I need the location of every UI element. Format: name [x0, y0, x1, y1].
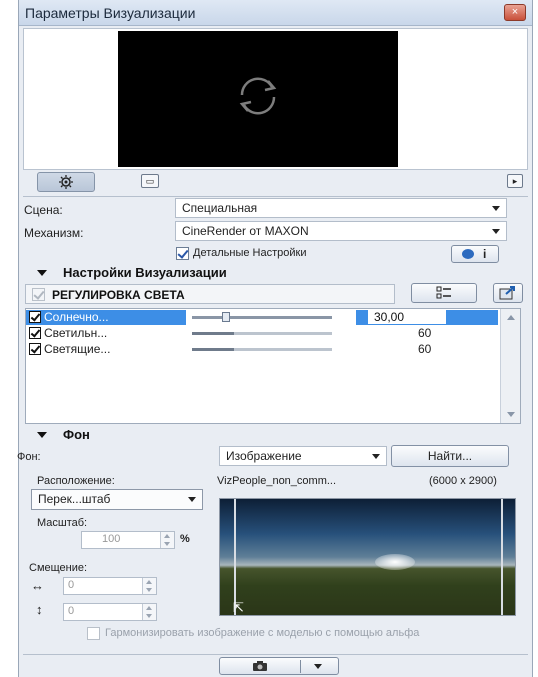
detailed-settings-label: Детальные Настройки [193, 247, 307, 259]
settings-tab-button[interactable] [37, 172, 95, 192]
file-size: (6000 x 2900) [429, 475, 497, 487]
row-value[interactable]: 30,00 [368, 310, 448, 324]
refresh-icon [239, 77, 277, 115]
file-name: VizPeople_non_comm... [217, 475, 337, 487]
crop-guide-right[interactable] [501, 499, 503, 615]
info-button[interactable]: i [451, 245, 499, 263]
row-slider-fill [192, 348, 234, 351]
background-image-preview[interactable]: ⇱ [219, 498, 516, 616]
window-title: Параметры Визуализации [25, 5, 196, 21]
slider-handle[interactable] [222, 312, 230, 322]
row-checkbox[interactable] [29, 311, 41, 323]
divider [23, 654, 528, 655]
collapse-triangle-icon[interactable] [37, 270, 47, 276]
harmonize-checkbox[interactable] [87, 627, 100, 640]
light-adjust-checkbox[interactable] [32, 288, 45, 301]
engine-value: CineRender от MAXON [182, 224, 309, 238]
row-name: Светящие... [44, 342, 111, 356]
background-header: Фон [63, 427, 90, 442]
close-button[interactable]: × [504, 4, 526, 21]
chevron-down-icon [188, 497, 196, 502]
row-slider[interactable] [192, 316, 332, 319]
light-adjust-label: РЕГУЛИРОВКА СВЕТА [52, 288, 185, 302]
list-view-button[interactable] [411, 283, 477, 303]
render-settings-header: Настройки Визуализации [63, 265, 227, 280]
find-button[interactable]: Найти... [391, 445, 509, 467]
list-scrollbar[interactable] [500, 309, 520, 423]
scale-label: Масштаб: [37, 517, 88, 529]
selection-tail [446, 310, 498, 325]
list-item[interactable]: Светящие... 60 [26, 342, 496, 357]
scene-value: Специальная [182, 201, 258, 215]
preview-frame [23, 28, 528, 170]
size-icon[interactable]: ▭ [141, 174, 159, 188]
scale-input[interactable]: 100 [81, 531, 175, 549]
info-icon [462, 249, 474, 259]
render-settings-window: Параметры Визуализации × ▭ ▸ Сцена: Спец… [17, 0, 533, 677]
sun-glow [375, 554, 415, 570]
move-cursor-icon: ⇱ [233, 600, 244, 615]
export-icon [499, 286, 515, 300]
vertical-offset-icon: ↕ [36, 602, 43, 617]
row-checkbox[interactable] [29, 327, 41, 339]
collapse-triangle-icon[interactable] [37, 432, 47, 438]
split-divider [300, 660, 301, 673]
detailed-settings-checkbox[interactable] [176, 247, 189, 260]
info-glyph: i [483, 247, 487, 261]
scene-select[interactable]: Специальная [175, 198, 507, 218]
divider [23, 196, 528, 197]
title-bar: Параметры Визуализации × [19, 0, 532, 26]
list-icon [436, 286, 451, 299]
list-item[interactable]: Солнечно... 30,00 [26, 310, 496, 325]
offset-label: Смещение: [29, 562, 88, 574]
light-adjust-bar: РЕГУЛИРОВКА СВЕТА [25, 284, 395, 304]
scroll-up-icon[interactable] [507, 315, 515, 320]
row-name: Солнечно... [44, 310, 109, 324]
scroll-down-icon[interactable] [507, 412, 515, 417]
harmonize-label: Гармонизировать изображение с моделью с … [105, 627, 420, 639]
render-preview[interactable] [118, 31, 398, 167]
lights-list[interactable]: Солнечно... 30,00 Светильн... 60 Светящи… [25, 308, 521, 424]
background-type-select[interactable]: Изображение [219, 446, 387, 466]
camera-icon [253, 661, 267, 671]
row-value: 60 [418, 326, 432, 340]
render-button[interactable] [219, 657, 339, 675]
chevron-down-icon [492, 229, 500, 234]
preview-toolbar: ▭ ▸ [23, 170, 528, 194]
scale-value: 100 [102, 533, 121, 545]
horizontal-offset-stepper[interactable] [142, 578, 156, 594]
horizontal-offset-input[interactable]: 0 [63, 577, 157, 595]
placement-select[interactable]: Перек...штаб [31, 489, 203, 510]
vertical-offset-stepper[interactable] [142, 604, 156, 620]
placement-value: Перек...штаб [38, 492, 111, 506]
row-checkbox[interactable] [29, 343, 41, 355]
horizontal-offset-value: 0 [68, 579, 75, 591]
crop-guide-left[interactable] [234, 499, 236, 615]
gear-icon [59, 175, 73, 189]
background-type-value: Изображение [226, 449, 302, 463]
chevron-down-icon[interactable] [314, 664, 322, 669]
chevron-down-icon [372, 454, 380, 459]
vertical-offset-value: 0 [68, 605, 75, 617]
play-icon[interactable]: ▸ [507, 174, 523, 188]
scene-label: Сцена: [24, 203, 63, 217]
background-label: Фон: [17, 451, 41, 463]
horizontal-offset-icon: ↔ [31, 578, 44, 593]
placement-label: Расположение: [37, 475, 115, 487]
export-button[interactable] [493, 283, 523, 303]
scale-unit: % [180, 533, 190, 545]
row-value: 60 [418, 342, 432, 356]
scale-stepper[interactable] [160, 532, 174, 548]
vertical-offset-input[interactable]: 0 [63, 603, 157, 621]
row-slider-fill [192, 332, 234, 335]
engine-select[interactable]: CineRender от MAXON [175, 221, 507, 241]
engine-label: Механизм: [24, 226, 84, 240]
chevron-down-icon [492, 206, 500, 211]
row-name: Светильн... [44, 326, 108, 340]
list-item[interactable]: Светильн... 60 [26, 326, 496, 341]
